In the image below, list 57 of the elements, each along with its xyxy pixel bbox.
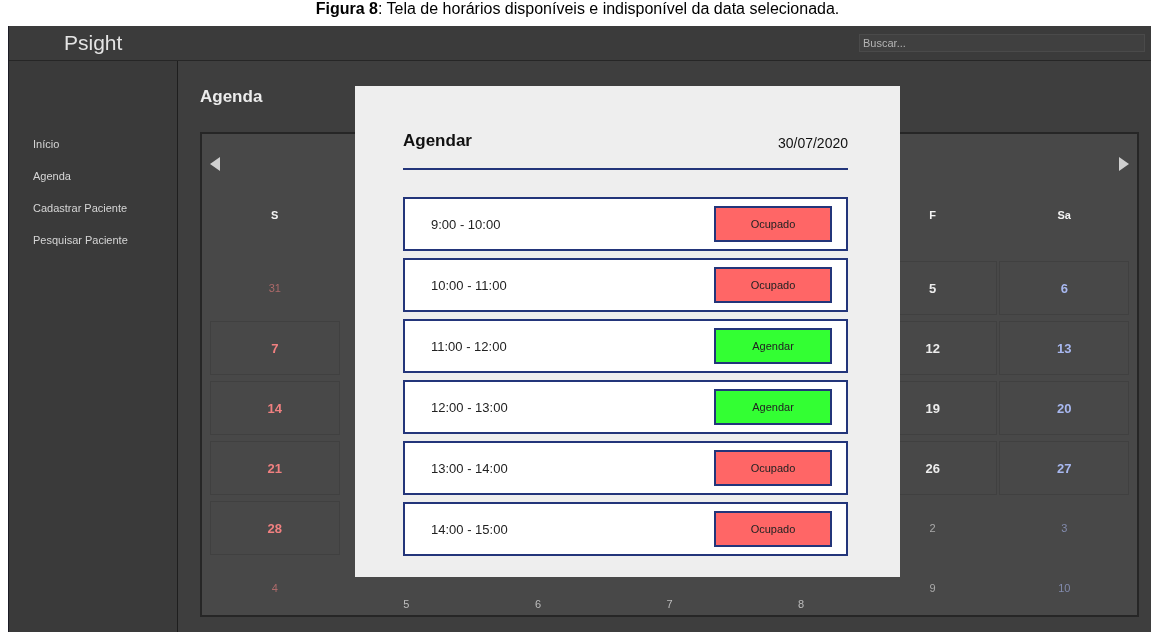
day-number: 5	[929, 280, 937, 296]
day-number: 5	[403, 598, 410, 610]
dialog-title: Agendar	[403, 131, 472, 151]
weekday-label: F	[929, 209, 937, 221]
sidebar-item[interactable]: Início	[33, 135, 60, 153]
time-range: 11:00 - 12:00	[431, 338, 507, 354]
slot-status-button[interactable]: Ocupado	[714, 450, 832, 486]
day-cell[interactable]: 6	[999, 261, 1130, 315]
day-number: 8	[798, 598, 805, 610]
day-cell[interactable]: 28	[210, 501, 340, 555]
day-cell[interactable]: 14	[210, 381, 340, 435]
day-number: 9	[929, 582, 936, 594]
time-range: 13:00 - 14:00	[431, 460, 508, 476]
day-number: 27	[1057, 460, 1072, 476]
day-number: 21	[267, 460, 282, 476]
time-range: 10:00 - 11:00	[431, 277, 507, 293]
day-number: 28	[267, 520, 282, 536]
time-range: 12:00 - 13:00	[431, 399, 508, 415]
next-arrow-icon[interactable]	[1119, 157, 1129, 171]
slot-status-button[interactable]: Ocupado	[714, 267, 832, 303]
day-number: 12	[925, 340, 940, 356]
day-number: 7	[666, 598, 673, 610]
time-range: 14:00 - 15:00	[431, 521, 508, 537]
weekday-label: Sa	[1057, 209, 1071, 221]
selected-date: 30/07/2020	[777, 135, 848, 151]
page-title: Agenda	[200, 87, 264, 108]
time-range: 9:00 - 10:00	[431, 216, 501, 232]
day-number: 19	[925, 400, 940, 416]
day-number: 6	[1060, 280, 1068, 296]
previous-arrow-icon[interactable]	[210, 157, 220, 171]
weekday-label: S	[271, 209, 279, 221]
sidebar-item[interactable]: Cadastrar Paciente	[33, 199, 128, 217]
day-cell[interactable]: 21	[210, 441, 340, 495]
day-cell[interactable]: 20	[999, 381, 1130, 435]
day-number: 20	[1057, 400, 1072, 416]
slot-status-button[interactable]: Agendar	[714, 389, 832, 425]
day-number: 13	[1057, 340, 1072, 356]
day-number: 10	[1058, 582, 1071, 594]
slot-status-button[interactable]: Agendar	[714, 328, 832, 364]
day-number: 2	[929, 522, 936, 534]
day-number: 26	[925, 460, 940, 476]
day-number: 7	[271, 340, 279, 356]
day-cell[interactable]: 27	[999, 441, 1130, 495]
day-number: 3	[1061, 522, 1068, 534]
search-field[interactable]: Buscar...	[859, 34, 1145, 52]
app-logo: Psight	[64, 31, 123, 55]
sidebar-item[interactable]: Agenda	[33, 167, 71, 185]
day-number: 31	[268, 282, 281, 294]
day-number: 14	[267, 400, 282, 416]
sidebar-item[interactable]: Pesquisar Paciente	[33, 231, 128, 249]
slot-status-button[interactable]: Ocupado	[714, 511, 832, 547]
day-cell[interactable]: 7	[210, 321, 340, 375]
day-number: 6	[534, 598, 541, 610]
day-number: 4	[271, 582, 278, 594]
figure-caption: Figura 8: Tela de horários disponíveis e indisponível da data selecionada.	[315, 0, 840, 18]
day-cell[interactable]: 13	[999, 321, 1130, 375]
slot-status-button[interactable]: Ocupado	[714, 206, 832, 242]
